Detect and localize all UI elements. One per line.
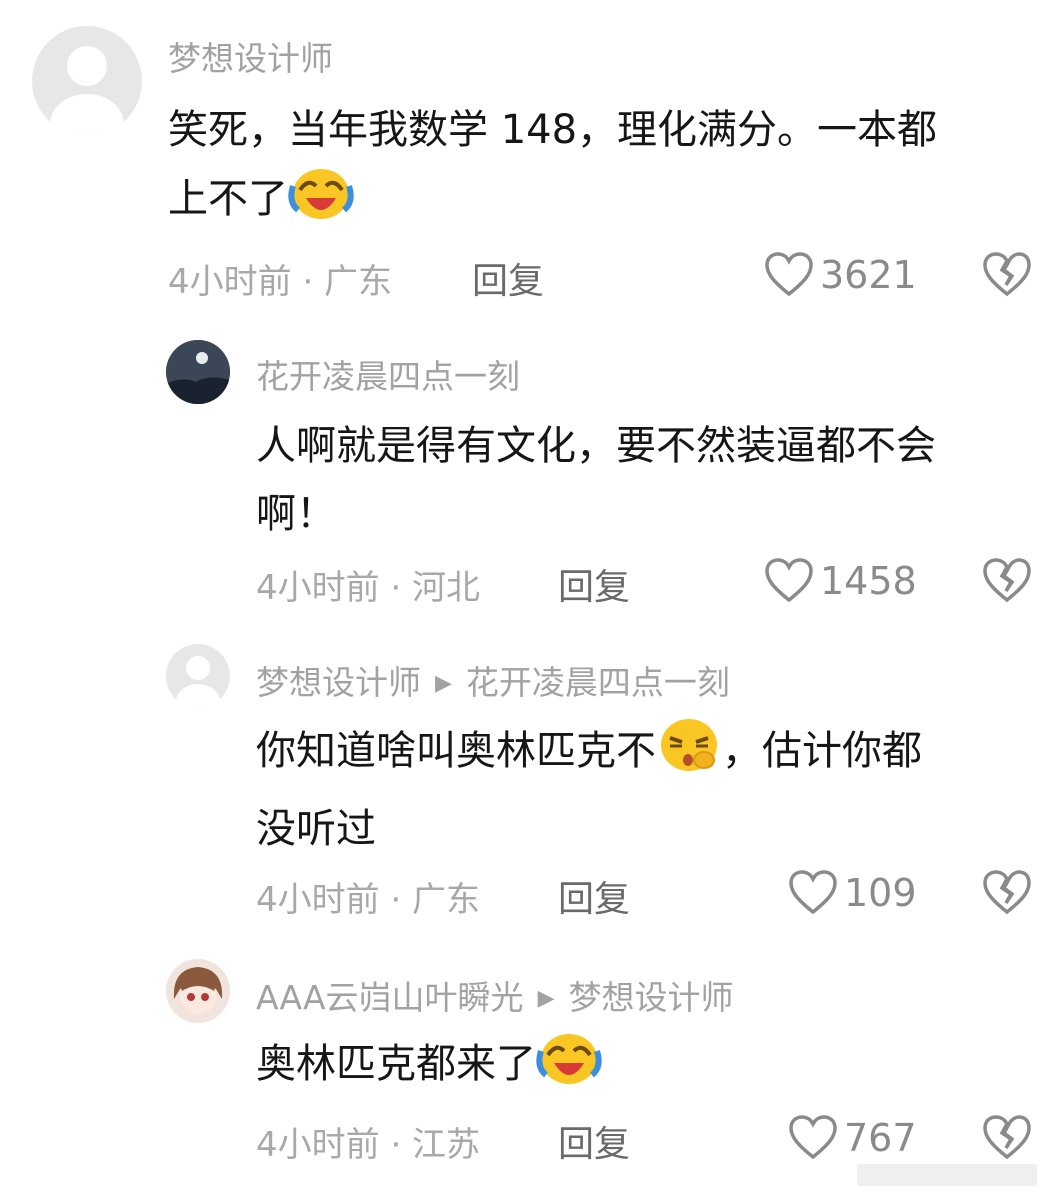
broken-heart-icon xyxy=(983,1115,1031,1160)
comment: 梦想设计师 ▶ 花开凌晨四点一刻 你知道啥叫奥林匹克不 ，估计你都 没听过 4小时前… xyxy=(0,630,1057,940)
avatar[interactable] xyxy=(166,959,230,1023)
broken-heart-icon xyxy=(983,558,1031,603)
dislike-button[interactable] xyxy=(982,558,1032,608)
username[interactable]: 梦想设计师 xyxy=(168,32,333,80)
comment-meta: 4小时前 · 广东 xyxy=(256,880,481,920)
username: AAA云岿山叶瞬光 ▶ 梦想设计师 xyxy=(256,971,733,1019)
dislike-button[interactable] xyxy=(982,1115,1032,1165)
reply-to-username[interactable]: 梦想设计师 xyxy=(568,978,733,1017)
comment-text: 你知道啥叫奥林匹克不 ，估计你都 没听过 xyxy=(256,716,1046,863)
comment-meta: 4小时前 · 广东 xyxy=(168,262,393,302)
dislike-button[interactable] xyxy=(982,870,1032,920)
comment: 梦想设计师 笑死，当年我数学 148，理化满分。一本都 上不了 4小时前 · 广… xyxy=(0,0,1057,320)
avatar[interactable] xyxy=(166,340,230,404)
reply-button[interactable]: 回复 xyxy=(558,870,630,922)
reply-arrow-icon: ▶ xyxy=(537,986,555,1011)
username[interactable]: 花开凌晨四点一刻 xyxy=(256,350,520,398)
thinking-emoji xyxy=(656,716,722,795)
heart-icon xyxy=(789,1115,837,1160)
like-count: 109 xyxy=(844,871,917,915)
username: 梦想设计师 ▶ 花开凌晨四点一刻 xyxy=(256,656,730,704)
like-button[interactable]: 3621 xyxy=(764,252,917,298)
username-link[interactable]: 梦想设计师 xyxy=(256,663,421,702)
broken-heart-icon xyxy=(983,870,1031,915)
heart-icon xyxy=(765,252,813,297)
comment-meta: 4小时前 · 河北 xyxy=(256,568,481,608)
comment-text-line: 人啊就是得有文化，要不然装逼都不会 xyxy=(256,423,936,469)
comment-meta: 4小时前 · 江苏 xyxy=(256,1125,481,1165)
dislike-button[interactable] xyxy=(982,252,1032,302)
reply-button[interactable]: 回复 xyxy=(558,1115,630,1167)
like-count: 3621 xyxy=(820,253,917,297)
avatar[interactable] xyxy=(166,644,230,708)
heart-icon xyxy=(789,870,837,915)
comment-text: 笑死，当年我数学 148，理化满分。一本都 上不了 xyxy=(168,96,1048,243)
like-count: 1458 xyxy=(820,559,917,603)
heart-icon xyxy=(765,558,813,603)
comment-text: 人啊就是得有文化，要不然装逼都不会 啊！ xyxy=(256,412,1046,548)
username-link[interactable]: AAA云岿山叶瞬光 xyxy=(256,978,524,1017)
like-button[interactable]: 109 xyxy=(788,870,917,916)
comment-text: 奥林匹克都来了 xyxy=(256,1029,1046,1108)
watermark xyxy=(857,1164,1037,1186)
comment-text-line: 笑死，当年我数学 148，理化满分。一本都 xyxy=(168,107,938,153)
laugh-cry-emoji xyxy=(536,1029,602,1108)
comment-text-line: 上不了 xyxy=(168,176,288,222)
comment-text-line: 没听过 xyxy=(256,806,376,852)
comment-text-line: 奥林匹克都来了 xyxy=(256,1041,536,1087)
comment: 花开凌晨四点一刻 人啊就是得有文化，要不然装逼都不会 啊！ 4小时前 · 河北 … xyxy=(0,320,1057,620)
broken-heart-icon xyxy=(983,252,1031,297)
comment-text-line: 你知道啥叫奥林匹克不 xyxy=(256,728,656,774)
reply-to-username[interactable]: 花开凌晨四点一刻 xyxy=(466,663,730,702)
laugh-cry-emoji xyxy=(288,164,354,243)
comment-text-line: 啊！ xyxy=(256,491,336,537)
comment: AAA云岿山叶瞬光 ▶ 梦想设计师 奥林匹克都来了 4小时前 · 江苏 回复 767 xyxy=(0,945,1057,1200)
like-count: 767 xyxy=(844,1116,917,1160)
like-button[interactable]: 1458 xyxy=(764,558,917,604)
comment-text-line: ，估计你都 xyxy=(722,728,922,774)
avatar[interactable] xyxy=(32,26,142,136)
like-button[interactable]: 767 xyxy=(788,1115,917,1161)
reply-arrow-icon: ▶ xyxy=(435,671,452,696)
reply-button[interactable]: 回复 xyxy=(472,252,544,304)
reply-button[interactable]: 回复 xyxy=(558,558,630,610)
